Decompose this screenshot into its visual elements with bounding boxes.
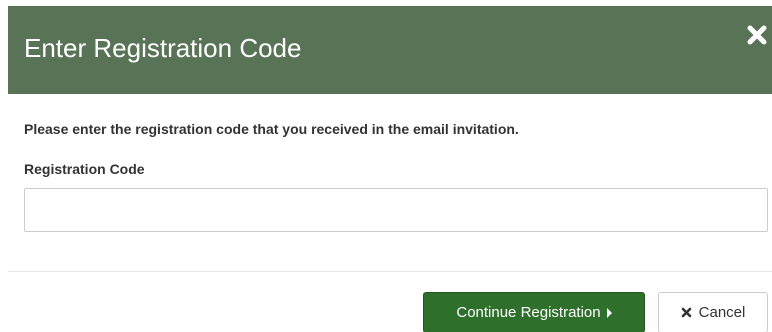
modal-header: Enter Registration Code [8, 6, 772, 94]
close-icon [681, 307, 692, 318]
modal-title: Enter Registration Code [24, 33, 302, 63]
instructions-text: Please enter the registration code that … [24, 121, 519, 137]
footer-divider [8, 271, 772, 272]
close-button[interactable] [746, 24, 768, 46]
caret-right-icon [606, 307, 612, 318]
cancel-label: Cancel [698, 304, 746, 321]
continue-registration-button[interactable]: Continue Registration [423, 292, 645, 332]
registration-code-label: Registration Code [24, 161, 145, 177]
cancel-button[interactable]: Cancel [658, 292, 768, 332]
continue-registration-label: Continue Registration [456, 304, 601, 321]
registration-code-input[interactable] [24, 188, 768, 232]
close-icon [747, 25, 767, 45]
registration-modal: Enter Registration Code Please enter the… [0, 0, 772, 332]
